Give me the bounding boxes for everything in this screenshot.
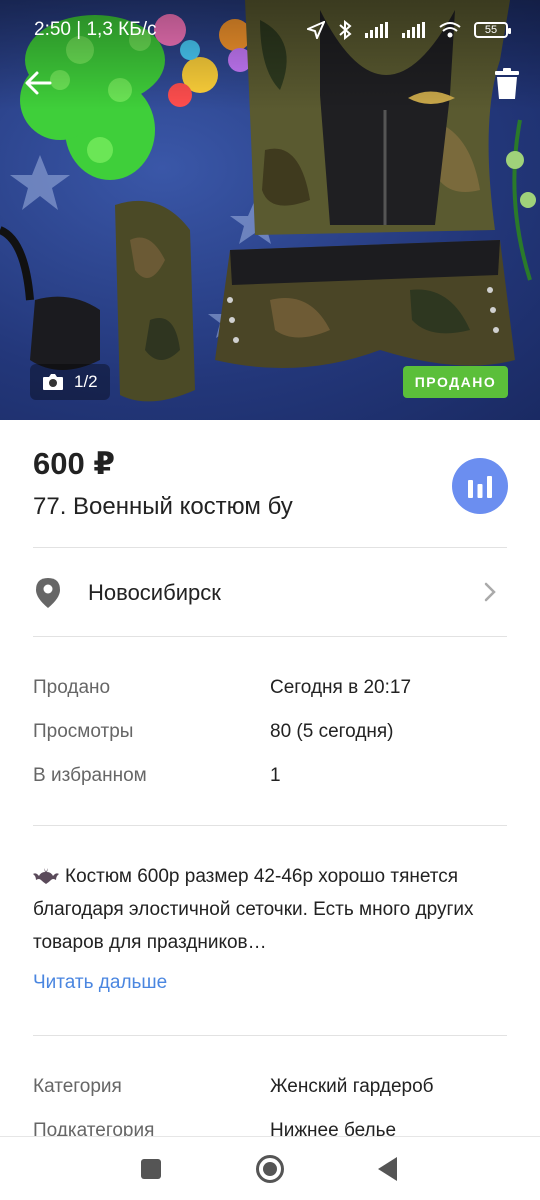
listing-photo[interactable]: 2:50 | 1,3 КБ/с 55 1/2 ПРОДАНО (0, 0, 540, 420)
info-value-views: 80 (5 сегодня) (270, 721, 394, 742)
listing-title: 77. Военный костюм бу (33, 493, 293, 520)
back-button[interactable] (22, 66, 56, 100)
listing-price: 600 ₽ (33, 446, 115, 481)
bat-emoji-icon (33, 868, 59, 884)
description-text: Костюм 600р размер 42-46р хорошо тянется… (33, 866, 474, 953)
system-navigation-bar (0, 1136, 540, 1200)
info-value-favorites: 1 (270, 765, 281, 786)
divider (33, 636, 507, 637)
location-icon (307, 21, 325, 39)
status-network-speed: 1,3 КБ/с (86, 19, 157, 40)
status-left: 2:50 | 1,3 КБ/с (34, 19, 157, 41)
status-bar: 2:50 | 1,3 КБ/с 55 (0, 0, 540, 60)
sold-badge: ПРОДАНО (403, 366, 508, 398)
chevron-right-icon (484, 582, 496, 602)
trash-icon (495, 68, 519, 99)
status-time: 2:50 (34, 19, 71, 40)
info-label-views: Просмотры (33, 721, 134, 742)
costume-photo-image (0, 0, 540, 402)
bluetooth-icon (339, 20, 352, 40)
info-value-sold: Сегодня в 20:17 (270, 677, 412, 698)
photo-counter: 1/2 (30, 364, 110, 400)
statistics-button[interactable] (452, 458, 508, 514)
listing-description: Костюм 600р размер 42-46р хорошо тянется… (33, 860, 507, 959)
divider (33, 1035, 507, 1036)
photo-counter-text: 1/2 (74, 372, 98, 391)
detail-label-category: Категория (33, 1076, 122, 1097)
delete-button[interactable] (494, 68, 520, 100)
recent-apps-button[interactable] (141, 1159, 161, 1179)
read-more-link[interactable]: Читать дальше (33, 972, 167, 994)
info-label-sold: Продано (33, 677, 111, 698)
detail-value-category: Женский гардероб (270, 1076, 434, 1097)
battery-icon: 55 (474, 22, 511, 38)
location-city: Новосибирск (88, 580, 221, 605)
camera-icon (43, 374, 63, 390)
system-back-button[interactable] (378, 1157, 397, 1181)
bar-chart-icon (468, 476, 492, 498)
signal-icon (365, 22, 388, 38)
divider (33, 825, 507, 826)
status-separator: | (70, 19, 87, 40)
location-row[interactable]: Новосибирск (0, 548, 540, 636)
arrow-left-icon (25, 71, 52, 95)
location-pin-icon (36, 578, 60, 608)
home-button[interactable] (256, 1155, 284, 1183)
info-label-favorites: В избранном (33, 765, 147, 786)
status-icons: 55 (307, 20, 511, 40)
wifi-icon (439, 22, 461, 38)
signal-icon (402, 22, 425, 38)
